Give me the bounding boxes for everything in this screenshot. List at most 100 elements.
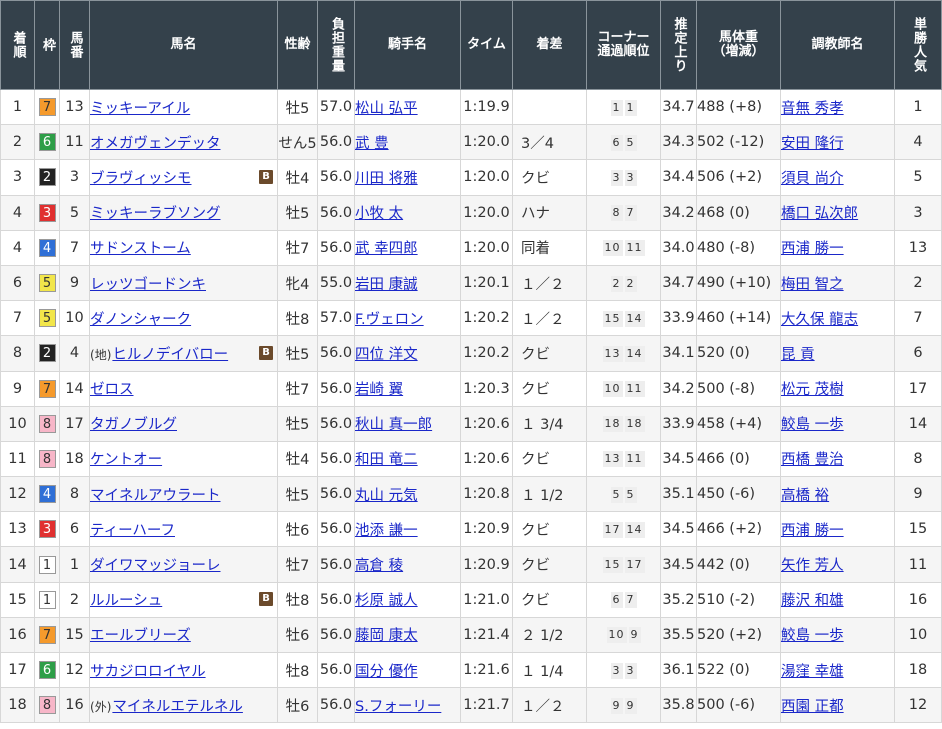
- jockey-link[interactable]: 岩崎 翼: [356, 382, 404, 398]
- trainer-link[interactable]: 鮫島 一歩: [782, 417, 844, 433]
- jockey-link[interactable]: 四位 洋文: [356, 347, 418, 363]
- race-time: 1:20.3: [460, 370, 513, 407]
- jockey-link[interactable]: S.フォーリー: [356, 699, 442, 715]
- jockey-link[interactable]: 藤岡 康太: [356, 628, 418, 644]
- horse-name-link[interactable]: ブラヴィッシモ: [91, 171, 192, 187]
- trainer-link[interactable]: 西浦 勝一: [782, 523, 844, 539]
- last-3f: 34.3: [660, 124, 697, 161]
- trainer-link[interactable]: 安田 隆行: [782, 136, 844, 152]
- trainer-link[interactable]: 鮫島 一歩: [782, 628, 844, 644]
- jockey-link[interactable]: 武 豊: [356, 136, 389, 152]
- trainer-link[interactable]: 昆 貢: [782, 347, 815, 363]
- jockey-link[interactable]: 秋山 真一郎: [356, 417, 433, 433]
- corner-positions: 13 11: [586, 440, 661, 478]
- corner-position: 11: [624, 381, 645, 398]
- jockey-link[interactable]: 武 幸四郎: [356, 241, 418, 257]
- horse-name-link[interactable]: マイネルエテルネル: [112, 699, 243, 715]
- horse-name-link[interactable]: ミッキーラブソング: [91, 206, 221, 222]
- horse-name-cell: ダイワマッジョーレ: [89, 546, 278, 583]
- trainer-link[interactable]: 矢作 芳人: [782, 558, 844, 574]
- waku-badge: 1: [38, 590, 56, 609]
- race-time: 1:20.1: [460, 264, 513, 302]
- trainer-link[interactable]: 西浦 勝一: [782, 241, 844, 257]
- popularity: 16: [894, 581, 942, 618]
- horse-name-link[interactable]: ダノンシャーク: [91, 312, 192, 328]
- corner-positions: 10 11: [586, 229, 661, 266]
- horse-name-link[interactable]: マイネルアウラート: [91, 488, 221, 504]
- header-horse-number: 馬番: [59, 0, 90, 90]
- horse-name-link[interactable]: ケントオー: [91, 452, 163, 468]
- last-3f: 34.5: [660, 440, 697, 478]
- sex-age: 牡5: [277, 335, 318, 372]
- header-agari: 推定上り: [660, 0, 697, 90]
- horse-name-cell: B (地)ヒルノデイバロー: [89, 335, 278, 372]
- last-3f: 34.2: [660, 370, 697, 407]
- trainer-link[interactable]: 音無 秀孝: [782, 101, 844, 117]
- trainer-link[interactable]: 橋口 弘次郎: [782, 206, 859, 222]
- race-time: 1:21.0: [460, 581, 513, 618]
- race-time: 1:20.0: [460, 229, 513, 266]
- horse-number: 9: [59, 264, 90, 302]
- finish-rank: 9: [0, 370, 35, 407]
- jockey-link[interactable]: 池添 謙一: [356, 523, 418, 539]
- jockey-link[interactable]: 杉原 誠人: [356, 593, 418, 609]
- waku-cell: 5: [34, 264, 60, 302]
- sex-age: せん5: [277, 124, 318, 161]
- trainer-link[interactable]: 西橋 豊治: [782, 452, 844, 468]
- jockey-link[interactable]: 松山 弘平: [356, 101, 418, 117]
- finish-rank: 12: [0, 476, 35, 513]
- waku-badge: 8: [38, 449, 56, 468]
- waku-cell: 4: [34, 476, 60, 513]
- last-3f: 34.7: [660, 88, 697, 126]
- jockey-link[interactable]: 丸山 元気: [356, 488, 418, 504]
- margin: クビ: [512, 370, 587, 407]
- horse-name-link[interactable]: レッツゴードンキ: [91, 277, 207, 293]
- header-corner: コーナー 通過順位: [586, 0, 661, 90]
- table-row: 10 8 17 タガノブルグ 牡5 56.0 秋山 真一郎 1:20.6 １ 3/4 18 18 33…: [0, 405, 942, 442]
- jockey-cell: 岩田 康誠: [354, 264, 461, 302]
- jockey-link[interactable]: 小牧 太: [356, 206, 404, 222]
- horse-name-cell: ケントオー: [89, 440, 278, 478]
- horse-name-link[interactable]: サカジロロイヤル: [91, 664, 206, 680]
- jockey-cell: 川田 将雅: [354, 159, 461, 196]
- jockey-link[interactable]: F.ヴェロン: [356, 312, 424, 328]
- horse-name-link[interactable]: ヒルノデイバロー: [112, 347, 228, 363]
- horse-name-link[interactable]: ゼロス: [91, 382, 134, 398]
- horse-name-link[interactable]: ティーハーフ: [91, 523, 175, 539]
- horse-name-link[interactable]: サドンストーム: [91, 241, 191, 257]
- trainer-link[interactable]: 須貝 尚介: [782, 171, 844, 187]
- finish-rank: 11: [0, 440, 35, 478]
- horse-name-cell: レッツゴードンキ: [89, 264, 278, 302]
- last-3f: 34.5: [660, 511, 697, 548]
- jockey-link[interactable]: 川田 将雅: [356, 171, 418, 187]
- trainer-cell: 西浦 勝一: [780, 229, 895, 266]
- horse-weight: 450 (-6): [696, 476, 781, 513]
- jockey-link[interactable]: 国分 優作: [356, 664, 418, 680]
- horse-name-link[interactable]: ダイワマッジョーレ: [91, 558, 221, 574]
- finish-rank: 4: [0, 229, 35, 266]
- trainer-link[interactable]: 大久保 龍志: [782, 312, 859, 328]
- waku-badge: 4: [38, 485, 56, 504]
- jockey-link[interactable]: 和田 竜二: [356, 452, 418, 468]
- trainer-link[interactable]: 藤沢 和雄: [782, 593, 844, 609]
- trainer-link[interactable]: 梅田 智之: [782, 277, 844, 293]
- horse-name-cell: サカジロロイヤル: [89, 651, 278, 689]
- finish-rank: 4: [0, 194, 35, 231]
- jockey-link[interactable]: 岩田 康誠: [356, 277, 418, 293]
- trainer-cell: 西浦 勝一: [780, 511, 895, 548]
- trainer-link[interactable]: 西園 正都: [782, 699, 844, 715]
- horse-name-link[interactable]: ミッキーアイル: [91, 101, 191, 117]
- margin: クビ: [512, 159, 587, 196]
- race-time: 1:20.2: [460, 300, 513, 337]
- race-time: 1:19.9: [460, 88, 513, 126]
- header-rank: 着順: [0, 0, 35, 90]
- horse-name-link[interactable]: オメガヴェンデッタ: [91, 136, 221, 152]
- trainer-link[interactable]: 湯窪 幸雄: [782, 664, 844, 680]
- horse-name-link[interactable]: エールブリーズ: [91, 628, 191, 644]
- jockey-link[interactable]: 高倉 稜: [356, 558, 404, 574]
- horse-name-link[interactable]: タガノブルグ: [91, 417, 178, 433]
- trainer-cell: 鮫島 一歩: [780, 405, 895, 442]
- horse-name-link[interactable]: ルルーシュ: [91, 593, 163, 609]
- trainer-link[interactable]: 高橋 裕: [782, 488, 830, 504]
- trainer-link[interactable]: 松元 茂樹: [782, 382, 844, 398]
